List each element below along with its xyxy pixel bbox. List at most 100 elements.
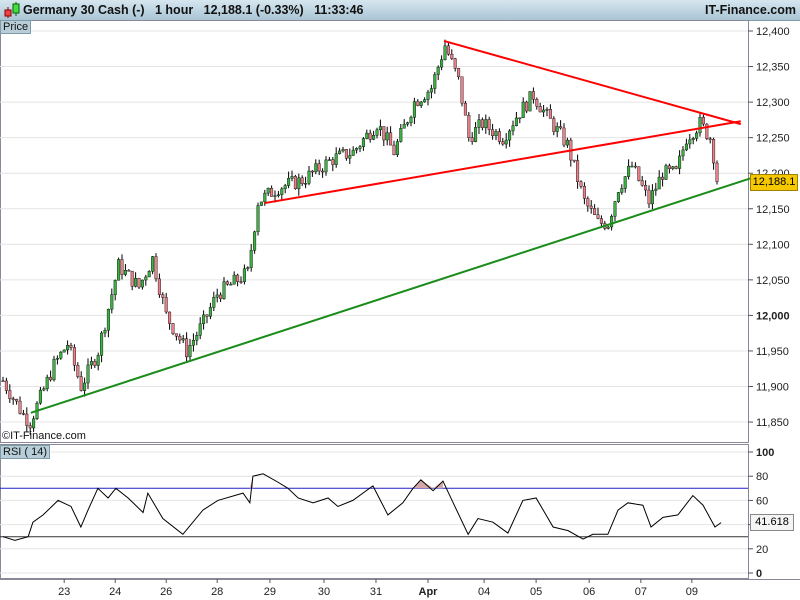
candle-body	[599, 218, 603, 224]
candle-body	[406, 122, 410, 125]
candle-body	[433, 74, 437, 89]
date-label: Apr	[419, 586, 439, 598]
date-label: 06	[583, 586, 595, 598]
candle-body	[168, 311, 172, 324]
candle-body	[239, 281, 243, 283]
candle-body	[627, 165, 631, 177]
candle-body	[565, 139, 569, 146]
candle-body	[647, 189, 651, 205]
candle-body	[525, 101, 529, 112]
candle-body	[151, 256, 155, 272]
candle-body	[423, 99, 427, 103]
candle-body	[96, 355, 100, 366]
candle-body	[106, 309, 110, 331]
candle-body	[518, 117, 522, 119]
price-tick-label: 12,350	[756, 62, 790, 74]
candle-body	[460, 76, 464, 104]
candle-body	[436, 66, 440, 75]
price-tick-label: 12,000	[756, 310, 790, 322]
date-label: 24	[109, 586, 121, 598]
candle-body	[613, 201, 617, 217]
candle-body	[69, 345, 73, 348]
rsi-tick-label: 80	[756, 471, 768, 483]
candle-body	[640, 180, 644, 186]
candle-body	[83, 382, 87, 391]
date-label: 26	[160, 586, 172, 598]
candle-body	[331, 159, 335, 165]
candle-body	[178, 336, 182, 341]
candle-body	[443, 45, 447, 60]
candle-body	[715, 162, 719, 182]
candle-body	[253, 231, 257, 251]
candle-body	[144, 276, 148, 281]
candle-body	[487, 119, 491, 130]
candle-body	[450, 53, 454, 59]
candle-body	[338, 150, 342, 155]
price-tick-label: 12,250	[756, 133, 790, 145]
candle-body	[419, 101, 423, 106]
candle-body	[93, 361, 97, 366]
trendline-support-ascending	[30, 177, 752, 414]
candle-body	[212, 297, 216, 308]
candle-body	[375, 129, 379, 136]
candle-body	[361, 138, 365, 147]
candle-body	[263, 192, 267, 203]
price-tick-label: 12,300	[756, 97, 790, 109]
candle-body	[42, 388, 46, 391]
candle-body	[688, 139, 692, 145]
candle-body	[504, 139, 508, 145]
candle-body	[100, 332, 104, 356]
candle-body	[344, 149, 348, 159]
candle-body	[89, 361, 93, 366]
candle-body	[542, 109, 546, 113]
candle-body	[110, 294, 114, 310]
candle-body	[389, 132, 393, 146]
candle-body	[15, 399, 19, 402]
candle-body	[457, 68, 461, 77]
candle-body	[293, 176, 297, 190]
candle-body	[276, 194, 280, 196]
candle-body	[246, 267, 250, 269]
candle-body	[440, 59, 444, 68]
candle-body	[684, 143, 688, 151]
candle-body	[287, 178, 291, 186]
candle-body	[385, 132, 389, 141]
price-tick-label: 12,150	[756, 204, 790, 216]
price-tick-label: 12,050	[756, 275, 790, 287]
candle-body	[157, 278, 161, 295]
candle-body	[572, 159, 576, 162]
candle-body	[368, 132, 372, 140]
candle-body	[249, 250, 253, 268]
candle-body	[280, 188, 284, 195]
candle-body	[559, 126, 563, 129]
candle-body	[521, 101, 525, 118]
candle-body	[164, 297, 168, 313]
candle-body	[32, 418, 36, 429]
trendline-resistance-descending	[443, 39, 742, 126]
candle-body	[225, 281, 229, 285]
chart-canvas[interactable]: 11,850 11,900 11,950 12,000 12,050 12,100 12,1…	[0, 0, 800, 600]
candle-body	[596, 214, 600, 219]
candle-body	[147, 271, 151, 278]
candle-body	[174, 333, 178, 337]
candle-body	[426, 91, 430, 100]
candle-body	[630, 165, 634, 168]
candle-body	[395, 141, 399, 156]
candle-body	[266, 188, 270, 194]
date-label: 31	[370, 586, 382, 598]
candle-body	[72, 347, 76, 366]
candle-body	[236, 274, 240, 282]
rsi-last-marker: 41.618	[750, 514, 794, 531]
candle-body	[195, 335, 199, 341]
candle-body	[606, 226, 610, 229]
date-label: 28	[211, 586, 223, 598]
last-price-marker: 12,188.1	[750, 174, 798, 191]
candle-body	[314, 163, 318, 173]
candle-body	[589, 205, 593, 209]
candle-body	[123, 270, 127, 275]
candle-body	[491, 129, 495, 136]
candle-body	[28, 425, 32, 429]
candle-body	[208, 307, 212, 317]
candle-body	[644, 185, 648, 191]
candle-body	[409, 117, 413, 123]
